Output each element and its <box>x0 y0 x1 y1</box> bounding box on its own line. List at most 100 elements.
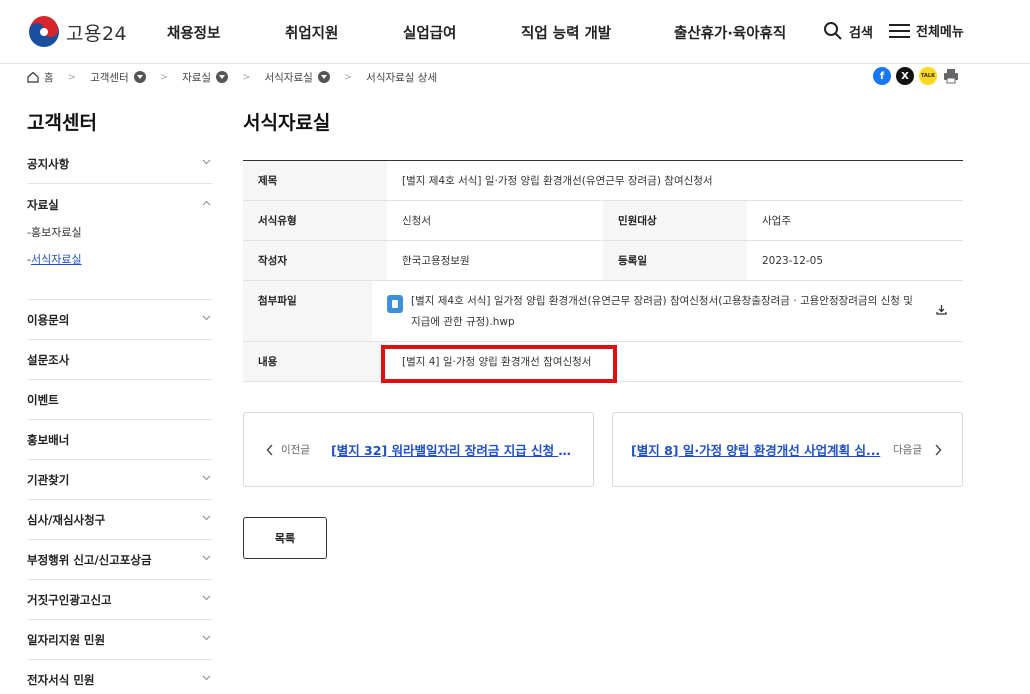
print-icon <box>944 69 958 84</box>
sidebar-item-fake-job-report[interactable]: 거짓구인광고신고 <box>27 580 213 620</box>
sidebar-item-notice[interactable]: 공지사항 <box>27 144 213 184</box>
breadcrumb-label: 고객센터 <box>90 71 129 84</box>
value-reg-date: 2023-12-05 <box>762 254 824 267</box>
breadcrumb-separator-icon: > <box>67 71 77 83</box>
chevron-down-icon <box>202 595 211 601</box>
nav-item-employment-support[interactable]: 취업지원 <box>285 22 338 43</box>
breadcrumb-label: 서식자료실 <box>264 71 313 84</box>
label-form-type: 서식유형 <box>243 201 387 240</box>
value-title: [별지 제4호 서식] 일·가정 양립 환경개선(유연근무 장려금) 참여신청서 <box>402 175 713 187</box>
sidebar-item-label: 이벤트 <box>27 392 59 407</box>
sidebar-item-survey[interactable]: 설문조사 <box>27 340 213 380</box>
chevron-left-icon <box>266 444 273 455</box>
hamburger-icon <box>889 23 910 38</box>
chevron-down-icon <box>202 159 211 165</box>
nav-item-jobs[interactable]: 채용정보 <box>167 22 220 43</box>
subitem-label: 홍보자료실 <box>30 226 82 239</box>
logo-taeguk-icon <box>29 16 59 47</box>
kakaotalk-share-icon[interactable]: TALK <box>919 67 937 85</box>
value-target: 사업주 <box>762 215 791 227</box>
sidebar-item-label: 거짓구인광고신고 <box>27 592 112 607</box>
chevron-down-icon <box>202 675 211 681</box>
sidebar-item-label: 전자서식 민원 <box>27 672 95 687</box>
chevron-up-icon <box>202 200 211 206</box>
sidebar-item-label: 일자리지원 민원 <box>27 632 106 647</box>
detail-row-attachment: 첨부파일 [별지 제4호 서식] 일가정 양립 환경개선(유연근무 장려금) 참… <box>243 281 963 342</box>
next-label: 다음글 <box>893 444 922 456</box>
facebook-share-icon[interactable]: f <box>873 67 891 85</box>
detail-row-title: 제목 [별지 제4호 서식] 일·가정 양립 환경개선(유연근무 장려금) 참여… <box>243 161 963 201</box>
breadcrumb-separator-icon: > <box>159 71 169 83</box>
all-menu-button[interactable]: 전체메뉴 <box>889 21 964 40</box>
chevron-down-icon <box>202 315 211 321</box>
detail-row-author: 작성자 한국고용정보원 등록일 2023-12-05 <box>243 241 963 281</box>
breadcrumb-separator-icon: > <box>242 71 251 83</box>
search-label: 검색 <box>849 25 873 41</box>
sidebar-submenu: -홍보자료실 -서식자료실 <box>27 223 213 277</box>
sidebar-item-inquiry[interactable]: 이용문의 <box>27 300 213 340</box>
prev-label: 이전글 <box>281 444 310 456</box>
chevron-down-icon <box>202 555 211 561</box>
label-body: 내용 <box>243 342 387 381</box>
next-post-card[interactable]: [별지 8] 일·가정 양립 환경개선 사업계획 심... 다음글 <box>612 412 963 487</box>
prev-post-card[interactable]: 이전글 [별지 32] 워라밸일자리 장려금 지급 신청 결... <box>243 412 594 487</box>
page-title: 서식자료실 <box>243 112 331 134</box>
sidebar-item-label: 자료실 <box>27 198 59 212</box>
breadcrumb-home-label: 홈 <box>44 71 54 84</box>
logo-text: 고용24 <box>66 22 128 45</box>
chevron-down-icon[interactable] <box>133 71 146 83</box>
site-logo[interactable]: 고용24 <box>28 16 127 48</box>
chevron-down-icon <box>202 475 211 481</box>
sidebar-subitem-form-archive[interactable]: -서식자료실 <box>27 250 213 277</box>
sidebar-item-banner[interactable]: 홍보배너 <box>27 420 213 460</box>
nav-item-job-skills[interactable]: 직업 능력 개발 <box>521 22 611 43</box>
nav-item-unemployment-benefit[interactable]: 실업급여 <box>403 22 456 43</box>
attachment-filename[interactable]: [별지 제4호 서식] 일가정 양립 환경개선(유연근무 장려금) 참여신청서(… <box>411 291 921 333</box>
all-menu-label: 전체메뉴 <box>916 25 964 40</box>
hwp-file-icon <box>387 295 403 313</box>
breadcrumb-item-archive[interactable]: 자료실 <box>182 70 229 85</box>
sidebar-item-label: 홍보배너 <box>27 432 70 447</box>
prev-post-title[interactable]: [별지 32] 워라밸일자리 장려금 지급 신청 결... <box>331 440 581 459</box>
sidebar-item-fraud-report[interactable]: 부정행위 신고/신고포상금 <box>27 540 213 580</box>
sidebar-item-e-form-civil[interactable]: 전자서식 민원 <box>27 660 213 694</box>
home-icon <box>27 71 39 83</box>
breadcrumb-label: 서식자료실 상세 <box>366 71 438 84</box>
breadcrumb: 홈 > 고객센터 > 자료실 > 서식자료실 > 서식자료실 상세 <box>27 68 437 86</box>
sidebar-item-appeal[interactable]: 심사/재심사청구 <box>27 500 213 540</box>
sidebar-subitem-promo-archive[interactable]: -홍보자료실 <box>27 223 213 250</box>
attachment-cell: [별지 제4호 서식] 일가정 양립 환경개선(유연근무 장려금) 참여신청서(… <box>372 281 963 341</box>
breadcrumb-label: 자료실 <box>182 71 212 84</box>
print-button[interactable] <box>942 67 960 85</box>
sidebar-item-label: 부정행위 신고/신고포상금 <box>27 552 152 567</box>
share-buttons: f X TALK <box>873 67 960 85</box>
sidebar-item-label: 공지사항 <box>27 156 70 171</box>
value-form-type: 신청서 <box>402 215 431 227</box>
label-reg-date: 등록일 <box>603 241 747 280</box>
sidebar-item-job-support-civil[interactable]: 일자리지원 민원 <box>27 620 213 660</box>
search-button[interactable]: 검색 <box>823 21 873 41</box>
sidebar-item-archive[interactable]: 자료실 -홍보자료실 -서식자료실 <box>27 184 213 300</box>
list-button[interactable]: 목록 <box>243 517 327 559</box>
breadcrumb-home[interactable]: 홈 <box>27 70 54 85</box>
nav-item-parental-leave[interactable]: 출산휴가·육아휴직 <box>674 22 786 43</box>
sidebar-item-find-office[interactable]: 기관찾기 <box>27 460 213 500</box>
download-icon[interactable] <box>936 304 947 315</box>
chevron-down-icon <box>202 635 211 641</box>
breadcrumb-item-current: 서식자료실 상세 <box>366 70 437 85</box>
label-author: 작성자 <box>243 241 387 280</box>
breadcrumb-item-customer-center[interactable]: 고객센터 <box>90 70 146 85</box>
attachment-file[interactable]: [별지 제4호 서식] 일가정 양립 환경개선(유연근무 장려금) 참여신청서(… <box>387 281 963 333</box>
chevron-down-icon <box>202 515 211 521</box>
chevron-down-icon[interactable] <box>317 71 330 83</box>
sidebar-item-event[interactable]: 이벤트 <box>27 380 213 420</box>
label-target: 민원대상 <box>603 201 747 240</box>
breadcrumb-item-form-archive[interactable]: 서식자료실 <box>264 70 330 85</box>
subitem-label: 서식자료실 <box>30 253 82 266</box>
chevron-right-icon <box>935 444 942 455</box>
detail-row-type: 서식유형 신청서 민원대상 사업주 <box>243 201 963 241</box>
next-post-title[interactable]: [별지 8] 일·가정 양립 환경개선 사업계획 심... <box>631 440 881 459</box>
breadcrumb-separator-icon: > <box>343 71 353 83</box>
chevron-down-icon[interactable] <box>216 71 229 83</box>
x-share-icon[interactable]: X <box>896 67 914 85</box>
